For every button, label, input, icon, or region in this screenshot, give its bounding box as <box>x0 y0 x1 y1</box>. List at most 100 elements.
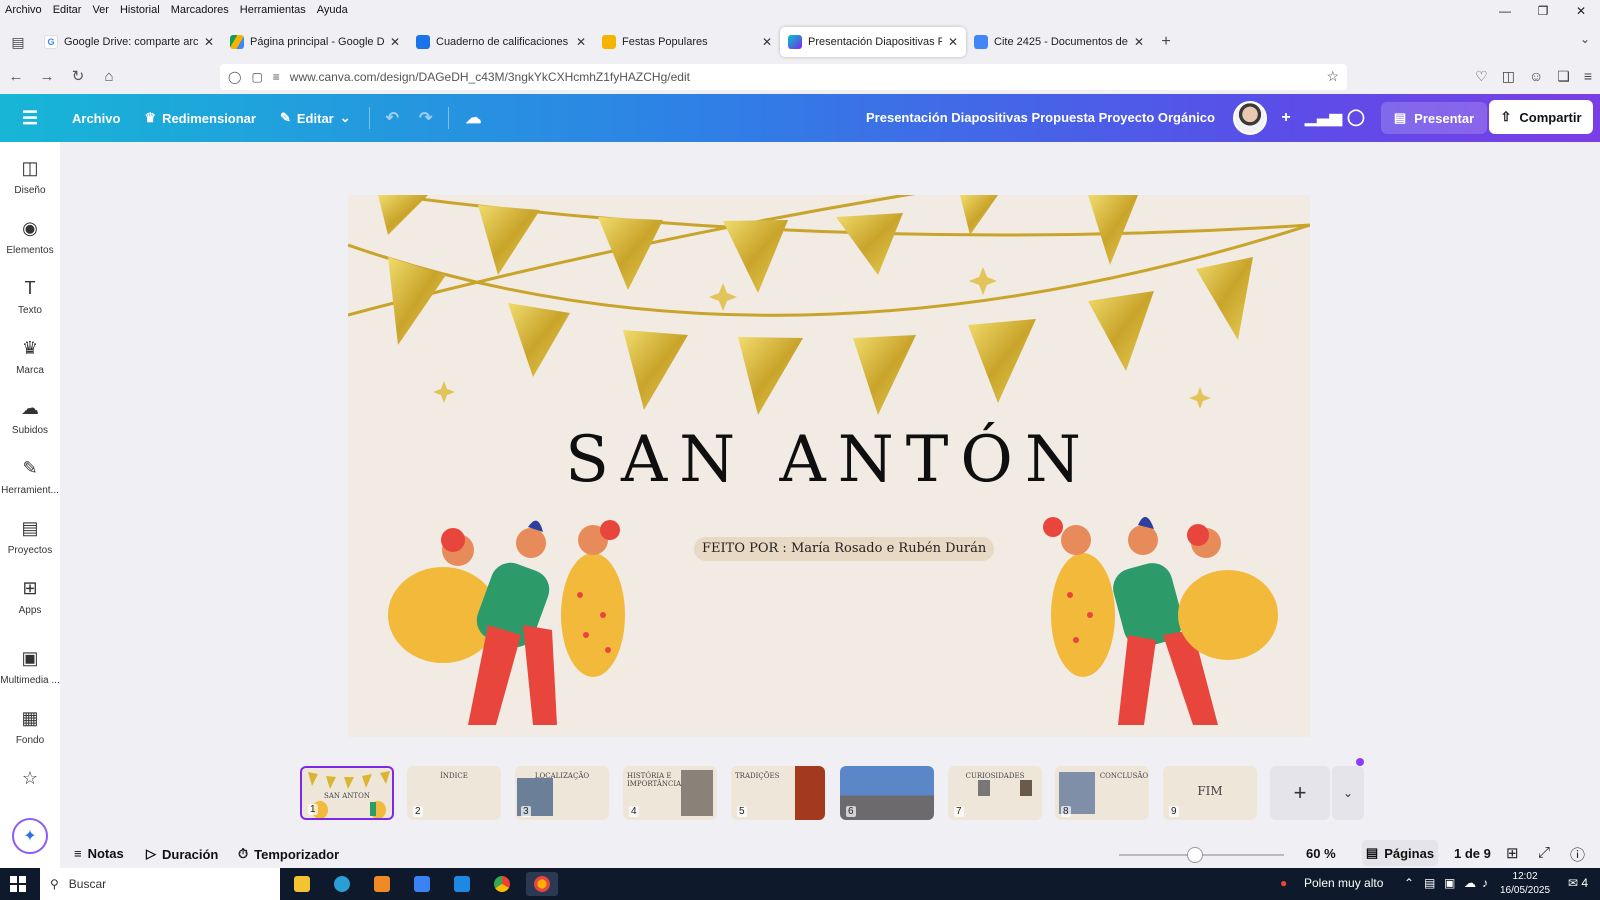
tab-festas-populares[interactable]: Festas Populares ✕ <box>594 27 780 57</box>
sidebar-item-herramientas[interactable]: ✎ Herramient... <box>0 458 60 496</box>
extensions-icon[interactable]: ❏ <box>1557 68 1570 85</box>
zoom-slider-handle[interactable] <box>1187 847 1203 863</box>
menu-ayuda[interactable]: Ayuda <box>312 4 354 16</box>
home-icon[interactable]: ⌂ <box>94 68 124 85</box>
presentar-button[interactable]: ▤ Presentar <box>1381 102 1487 134</box>
insights-icon[interactable]: ▁▃▅ <box>1305 106 1342 130</box>
magic-assistant-icon[interactable]: ✦ <box>12 818 48 854</box>
minimize-icon[interactable]: — <box>1486 0 1524 22</box>
shield-icon[interactable]: ◯ <box>228 70 241 84</box>
zoom-level[interactable]: 60 % <box>1306 846 1336 861</box>
redimensionar-button[interactable]: ♛ Redimensionar <box>132 110 268 126</box>
menu-editar[interactable]: Editar <box>48 4 88 16</box>
media-player-icon[interactable] <box>366 872 398 896</box>
permissions-icon[interactable]: ≡ <box>273 70 280 84</box>
tab-list-icon[interactable]: ▤ <box>0 34 36 51</box>
page-thumbnail-9[interactable]: FIM 9 <box>1163 766 1257 820</box>
sidebar-item-fondo[interactable]: ▦ Fondo <box>0 708 60 746</box>
sidebar-item-elementos[interactable]: ◉ Elementos <box>0 218 60 256</box>
lock-icon[interactable]: ▢ <box>251 70 262 84</box>
menu-ver[interactable]: Ver <box>87 4 115 16</box>
new-tab-icon[interactable]: + <box>1152 33 1180 51</box>
close-tab-icon[interactable]: ✕ <box>390 35 400 49</box>
sidebar-item-starred[interactable]: ☆ <box>0 768 60 795</box>
account-icon[interactable]: ☺ <box>1529 68 1543 85</box>
display-icon[interactable]: ▣ <box>1444 876 1455 890</box>
cloud-saved-icon[interactable]: ☁ <box>455 108 491 128</box>
document-title[interactable]: Presentación Diapositivas Propuesta Proy… <box>866 110 1216 125</box>
network-icon[interactable]: ▤ <box>1424 876 1435 890</box>
hamburger-menu-icon[interactable]: ☰ <box>0 108 60 129</box>
page-thumbnail-2[interactable]: ÍNDICE 2 <box>407 766 501 820</box>
back-icon[interactable]: ← <box>1 68 31 85</box>
page-thumbnail-7[interactable]: CURIOSIDADES 7 <box>948 766 1042 820</box>
firefox-icon[interactable] <box>526 872 558 896</box>
compartir-button[interactable]: ⇧ Compartir <box>1489 100 1593 134</box>
grid-view-icon[interactable]: ⊞ <box>1506 844 1519 862</box>
sidebar-item-proyectos[interactable]: ▤ Proyectos <box>0 518 60 556</box>
sidebar-item-marca[interactable]: ♛ Marca <box>0 338 60 376</box>
menu-marcadores[interactable]: Marcadores <box>166 4 235 16</box>
url-text[interactable]: www.canva.com/design/DAGeDH_c43M/3ngkYkC… <box>290 70 690 84</box>
windows-start-icon[interactable] <box>10 876 26 892</box>
url-bar[interactable]: ◯ ▢ ≡ www.canva.com/design/DAGeDH_c43M/3… <box>220 64 1347 90</box>
sidebar-item-subidos[interactable]: ☁ Subidos <box>0 398 60 436</box>
tab-google-drive-home[interactable]: Página principal - Google Drive ✕ <box>222 27 408 57</box>
restore-icon[interactable]: ❐ <box>1524 0 1562 22</box>
reload-icon[interactable]: ↻ <box>63 67 93 85</box>
chevron-up-icon[interactable]: ⌃ <box>1404 876 1414 890</box>
redo-icon[interactable]: ↷ <box>409 108 442 128</box>
close-tab-icon[interactable]: ✕ <box>576 35 586 49</box>
slide-title[interactable]: SAN ANTÓN <box>348 423 1310 497</box>
help-icon[interactable]: ⓘ <box>1570 844 1585 865</box>
chevron-down-icon[interactable]: ⌄ <box>1580 32 1590 46</box>
temporizador-button[interactable]: ⏱ Temporizador <box>238 846 339 862</box>
editar-button[interactable]: ✎ Editar ⌄ <box>268 110 363 126</box>
edge-icon[interactable] <box>326 872 358 896</box>
chrome-icon[interactable] <box>486 872 518 896</box>
reader-view-icon[interactable]: ◫ <box>1502 68 1515 85</box>
fullscreen-icon[interactable]: ⤢ <box>1538 844 1550 861</box>
undo-icon[interactable]: ↶ <box>376 108 409 128</box>
tab-google-drive-share[interactable]: G Google Drive: comparte archivos ✕ <box>36 27 222 57</box>
sidebar-item-multimedia[interactable]: ▣ Multimedia ... <box>0 648 60 686</box>
notas-button[interactable]: ≡ Notas <box>74 846 124 861</box>
avatar[interactable] <box>1233 101 1267 135</box>
forward-icon[interactable]: → <box>32 68 62 85</box>
page-thumbnail-1[interactable]: SAN ANTON 1 <box>300 766 394 820</box>
pollen-icon[interactable]: ● <box>1280 876 1287 890</box>
onedrive-icon[interactable]: ☁ <box>1464 876 1476 890</box>
comment-icon[interactable]: ◯ <box>1342 106 1370 130</box>
menu-herramientas[interactable]: Herramientas <box>235 4 312 16</box>
taskbar-search[interactable]: ⚲ Buscar <box>40 868 280 900</box>
archivo-button[interactable]: Archivo <box>60 111 132 126</box>
app-menu-icon[interactable]: ≡ <box>1584 68 1592 85</box>
menu-archivo[interactable]: Archivo <box>0 4 48 16</box>
menu-historial[interactable]: Historial <box>115 4 166 16</box>
add-collaborator-icon[interactable]: + <box>1272 106 1300 130</box>
close-tab-icon[interactable]: ✕ <box>948 35 958 49</box>
notifications-icon[interactable]: ✉ 4 <box>1568 876 1588 890</box>
sidebar-item-texto[interactable]: T Texto <box>0 278 60 316</box>
taskbar-clock[interactable]: 12:02 16/05/2025 <box>1500 870 1550 898</box>
bookmark-star-icon[interactable]: ☆ <box>1326 68 1339 85</box>
store-icon[interactable] <box>406 872 438 896</box>
close-tab-icon[interactable]: ✕ <box>762 35 772 49</box>
tab-cite-docs[interactable]: Cite 2425 - Documentos de Goo ✕ <box>966 27 1152 57</box>
page-thumbnail-3[interactable]: LOCALIZAÇÃO 3 <box>515 766 609 820</box>
close-tab-icon[interactable]: ✕ <box>204 35 214 49</box>
page-thumbnail-6[interactable]: 6 <box>840 766 934 820</box>
paginas-button[interactable]: ▤ Páginas <box>1362 840 1438 866</box>
tab-canva-presentation[interactable]: Presentación Diapositivas Propu ✕ <box>780 27 966 57</box>
weather-status[interactable]: Polen muy alto <box>1304 876 1383 890</box>
tab-gradebook[interactable]: Cuaderno de calificaciones de 1 ✕ <box>408 27 594 57</box>
duracion-button[interactable]: ▷ Duración <box>146 846 218 862</box>
slide-canvas[interactable]: SAN ANTÓN FEITO POR : María Rosado e Rub… <box>348 195 1310 737</box>
mail-icon[interactable] <box>446 872 478 896</box>
page-thumbnail-4[interactable]: HISTÓRIA E IMPORTÂNCIA 4 <box>623 766 717 820</box>
file-explorer-icon[interactable] <box>286 872 318 896</box>
volume-icon[interactable]: ♪ <box>1482 876 1488 890</box>
page-thumbnail-5[interactable]: TRADIÇÕES 5 <box>731 766 825 820</box>
add-page-button[interactable]: + <box>1270 766 1330 820</box>
pocket-icon[interactable]: ♡ <box>1475 68 1488 85</box>
